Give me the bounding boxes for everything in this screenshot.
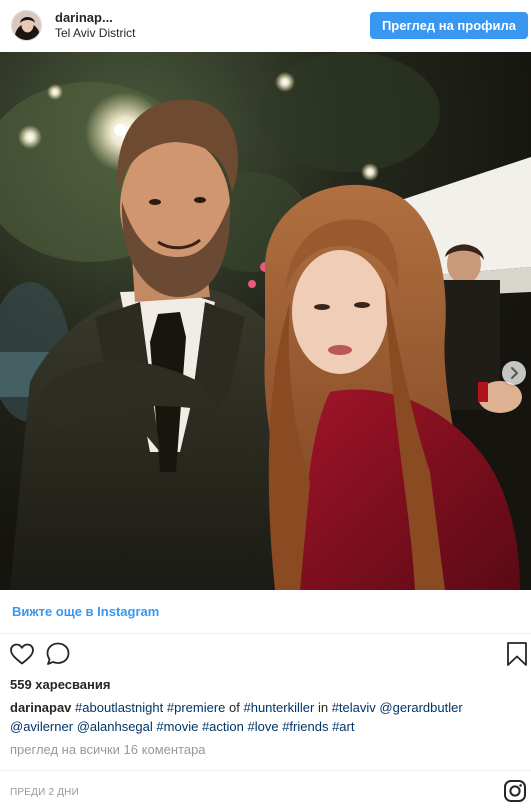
likes-count[interactable]: 559 харесвания bbox=[10, 677, 110, 692]
location-link[interactable]: Tel Aviv District bbox=[55, 26, 135, 40]
caption-text: in bbox=[317, 700, 329, 715]
hashtag-link[interactable]: #aboutlastnight bbox=[75, 700, 163, 715]
carousel-next-button[interactable] bbox=[502, 361, 526, 385]
hashtag-link[interactable]: #action bbox=[202, 719, 244, 734]
caption: darinapav #aboutlastnight #premiere of #… bbox=[10, 698, 522, 736]
mention-link[interactable]: @gerardbutler bbox=[379, 700, 462, 715]
view-all-comments-link[interactable]: преглед на всички 16 коментара bbox=[10, 742, 206, 757]
hashtag-link[interactable]: #hunterkiller bbox=[243, 700, 314, 715]
username[interactable]: darinap... bbox=[55, 10, 113, 25]
see-more-section: Вижте още в Instagram bbox=[0, 590, 531, 634]
comment-icon[interactable] bbox=[45, 641, 71, 667]
see-more-link[interactable]: Вижте още в Instagram bbox=[12, 604, 159, 619]
hashtag-link[interactable]: #movie bbox=[156, 719, 198, 734]
action-bar bbox=[0, 638, 531, 672]
caption-text: of bbox=[229, 700, 240, 715]
post-timestamp: ПРЕДИ 2 ДНИ bbox=[10, 787, 79, 798]
hashtag-link[interactable]: #premiere bbox=[167, 700, 226, 715]
caption-username[interactable]: darinapav bbox=[10, 700, 71, 715]
bookmark-icon[interactable] bbox=[506, 641, 528, 667]
post-header: darinap... Tel Aviv District Преглед на … bbox=[0, 0, 531, 52]
post-footer: ПРЕДИ 2 ДНИ bbox=[0, 770, 531, 809]
heart-icon[interactable] bbox=[9, 642, 35, 666]
mention-link[interactable]: @avilerner bbox=[10, 719, 73, 734]
avatar[interactable] bbox=[11, 10, 42, 41]
view-profile-button[interactable]: Преглед на профила bbox=[370, 12, 528, 39]
hashtag-link[interactable]: #love bbox=[248, 719, 279, 734]
chevron-right-icon bbox=[511, 367, 518, 379]
hashtag-link[interactable]: #telaviv bbox=[332, 700, 376, 715]
post-photo[interactable] bbox=[0, 52, 531, 590]
hashtag-link[interactable]: #friends bbox=[282, 719, 328, 734]
hashtag-link[interactable]: #art bbox=[332, 719, 354, 734]
mention-link[interactable]: @alanhsegal bbox=[77, 719, 153, 734]
instagram-icon[interactable] bbox=[503, 779, 527, 803]
